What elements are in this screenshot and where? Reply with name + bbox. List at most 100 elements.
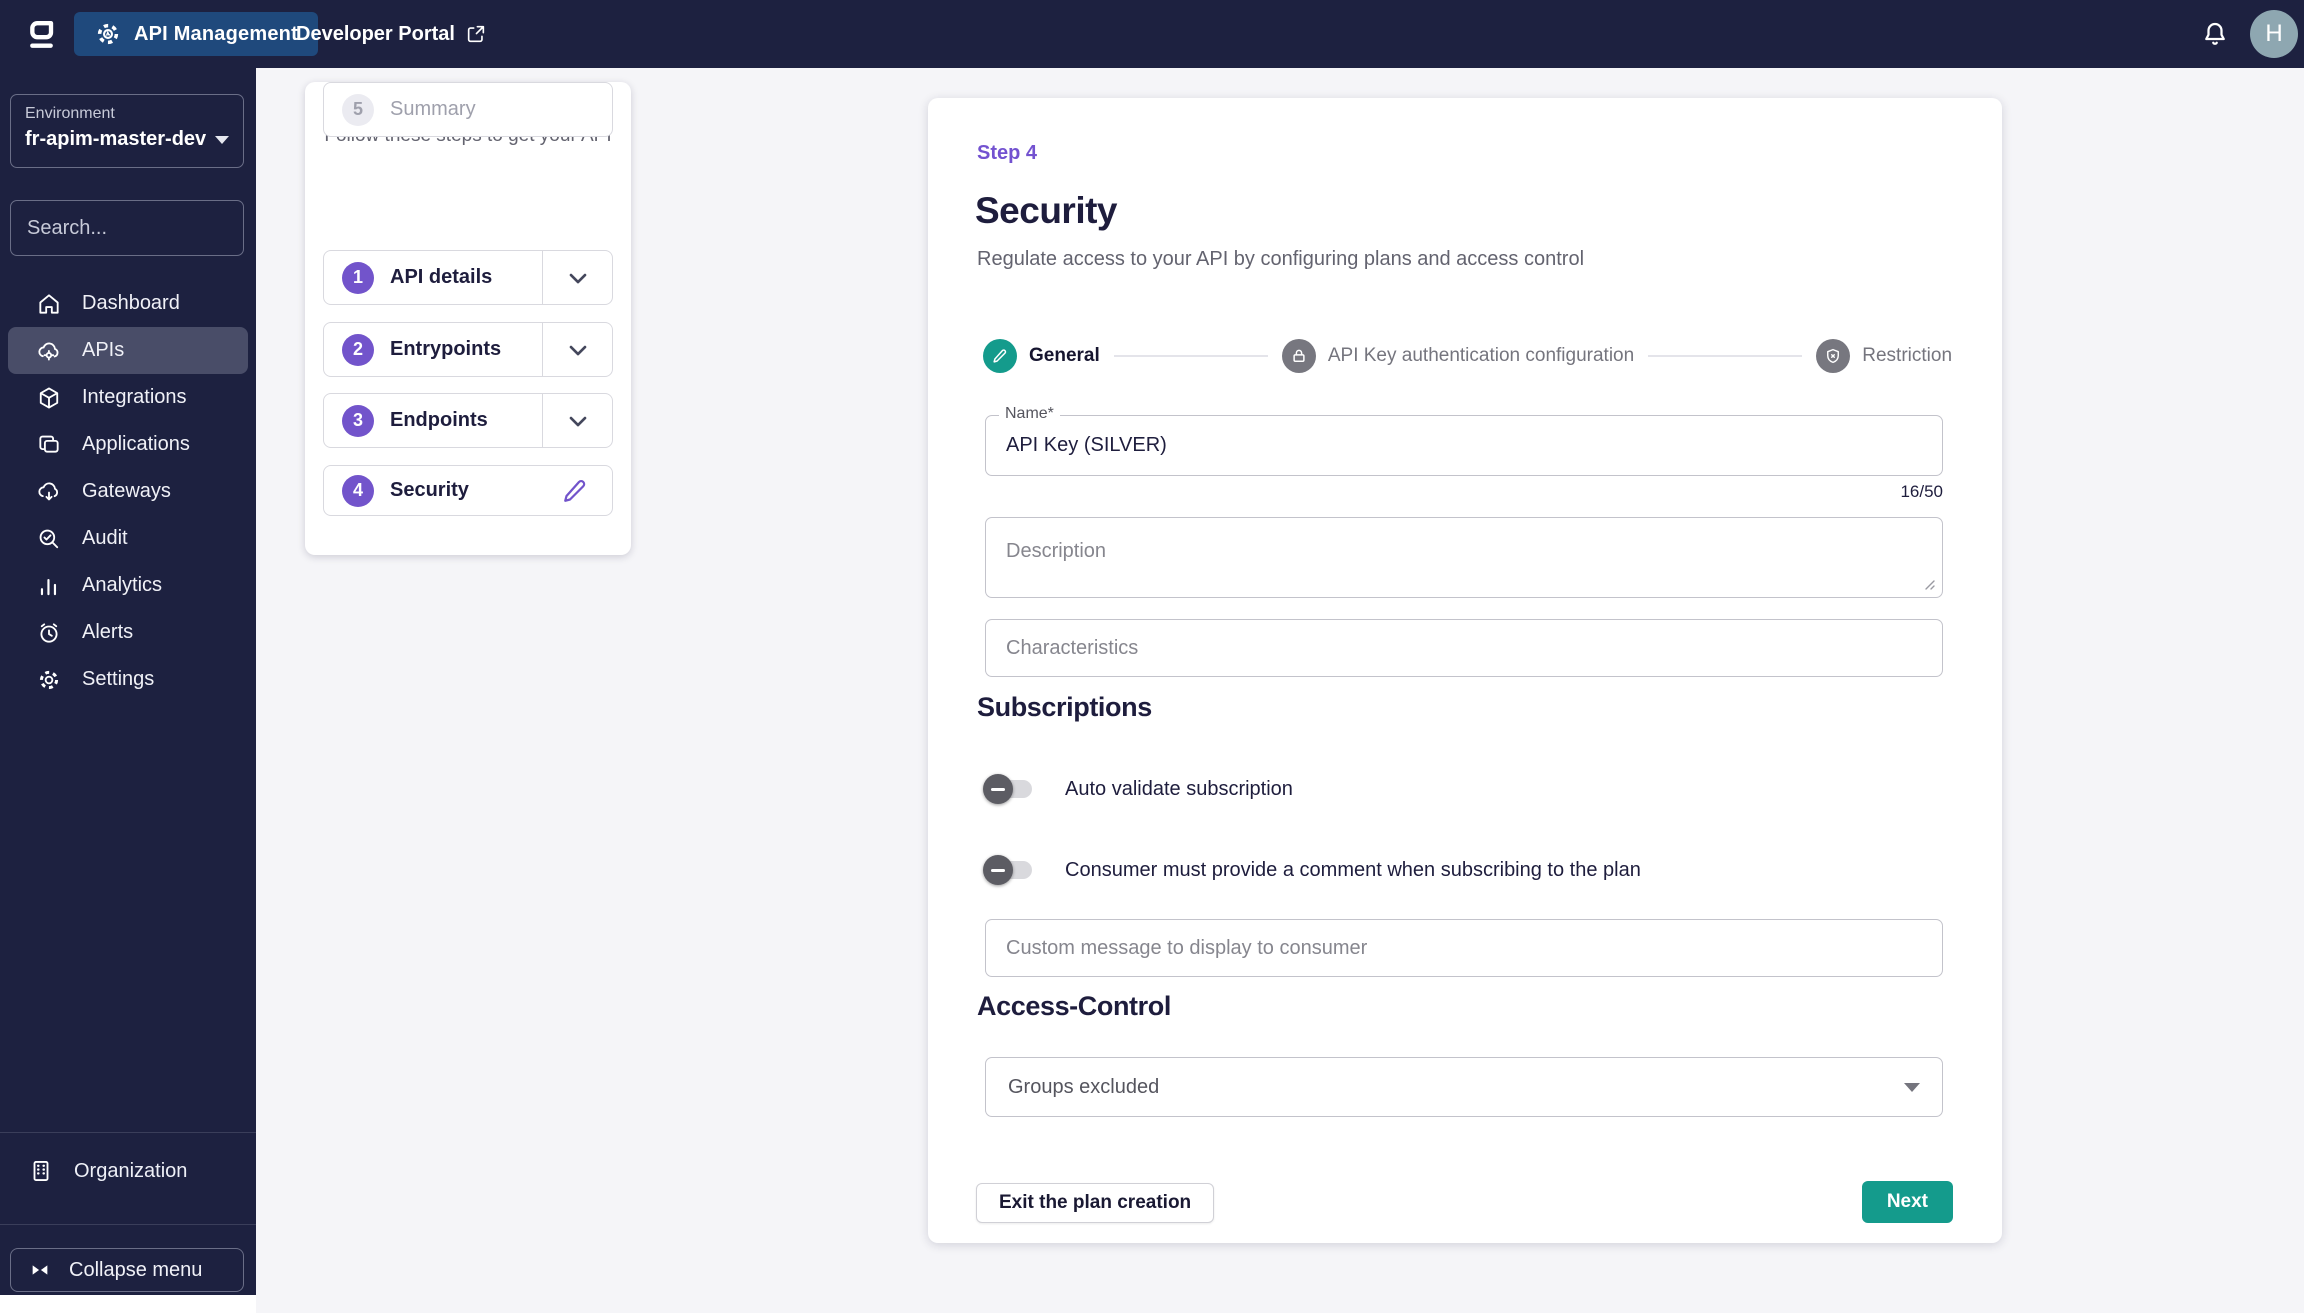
access-control-heading: Access-Control (977, 991, 1171, 1021)
stepper-restriction[interactable]: Restriction (1816, 339, 1952, 373)
chevron-down-icon[interactable] (542, 251, 612, 304)
wizard-step-label: API details (390, 266, 493, 288)
step-number-badge: 5 (342, 93, 374, 126)
stepper-connector (1113, 355, 1268, 357)
sidebar-item-label: Settings (82, 668, 155, 690)
wizard-step-api-details[interactable]: 1 API details (323, 250, 613, 305)
chevron-down-icon[interactable] (542, 394, 612, 447)
toggle-thumb-minus-icon (983, 774, 1013, 804)
gear-icon (36, 667, 62, 693)
bar-chart-icon (36, 573, 62, 599)
dropdown-caret-icon (1904, 1082, 1920, 1092)
chevron-down-icon (215, 135, 229, 144)
step-number-badge: 1 (342, 261, 374, 294)
step-number-badge: 2 (342, 333, 374, 366)
shield-icon (1816, 339, 1851, 373)
cloud-gear-icon (36, 338, 62, 364)
wizard-step-endpoints[interactable]: 3 Endpoints (323, 393, 613, 448)
notifications-bell-icon[interactable] (2200, 19, 2230, 49)
stepper-label: API Key authentication configuration (1327, 345, 1635, 366)
sidebar-item-label: Applications (82, 433, 190, 455)
characteristics-field (985, 619, 1943, 677)
api-creation-panel: API creation Follow these steps to get y… (305, 82, 631, 555)
auto-validate-toggle-row: Auto validate subscription (983, 773, 1293, 805)
comment-required-toggle-row: Consumer must provide a comment when sub… (983, 854, 1641, 886)
sidebar-item-alerts[interactable]: Alerts (8, 609, 248, 656)
sidebar-item-label: Audit (82, 527, 128, 549)
package-icon (36, 385, 62, 411)
home-icon (36, 291, 62, 317)
sidebar-item-analytics[interactable]: Analytics (8, 562, 248, 609)
copies-icon (36, 432, 62, 458)
exit-plan-creation-button[interactable]: Exit the plan creation (976, 1183, 1215, 1223)
sidebar-item-dashboard[interactable]: Dashboard (8, 280, 248, 327)
next-button[interactable]: Next (1861, 1181, 1953, 1223)
sidebar-item-audit[interactable]: Audit (8, 515, 248, 562)
name-input[interactable] (986, 416, 1942, 475)
sidebar-item-label: Dashboard (82, 292, 180, 314)
step-number-badge: 3 (342, 404, 374, 437)
app-root: API Management Developer Portal H Enviro… (0, 0, 2304, 1313)
wizard-step-summary: 5 Summary (323, 82, 613, 137)
step-tag: Step 4 (977, 142, 1038, 164)
wizard-step-label: Entrypoints (390, 338, 502, 360)
avatar-initial: H (2265, 20, 2283, 47)
sidebar-item-label: APIs (82, 339, 125, 361)
magnifier-check-icon (36, 526, 62, 552)
collapse-menu-button[interactable]: Collapse menu (10, 1248, 244, 1292)
sidebar-item-label: Analytics (82, 574, 163, 596)
auto-validate-toggle[interactable] (983, 774, 1032, 804)
gravitee-logo[interactable] (18, 13, 64, 55)
groups-excluded-select[interactable]: Groups excluded (985, 1057, 1943, 1117)
cog-badge-icon (94, 20, 122, 48)
divider (0, 1132, 256, 1133)
custom-message-input[interactable] (986, 920, 1942, 976)
custom-message-field (985, 919, 1943, 977)
sidebar-item-settings[interactable]: Settings (8, 656, 248, 703)
building-icon (28, 1158, 54, 1184)
name-char-counter: 16/50 (1900, 482, 1943, 501)
sidebar: Environment fr-apim-master-dev Dashboard (0, 68, 317, 1295)
developer-portal-link[interactable]: Developer Portal (296, 12, 487, 56)
wizard-step-entrypoints[interactable]: 2 Entrypoints (323, 322, 613, 377)
sidebar-item-organization[interactable]: Organization (8, 1147, 248, 1195)
sidebar-item-gateways[interactable]: Gateways (8, 468, 248, 515)
stepper-general[interactable]: General (983, 339, 1100, 373)
api-management-button[interactable]: API Management (74, 12, 318, 56)
developer-portal-label: Developer Portal (296, 22, 455, 45)
alarm-clock-icon (36, 620, 62, 646)
lock-icon (1281, 339, 1316, 373)
sidebar-item-label: Integrations (82, 386, 187, 408)
toggle-label: Consumer must provide a comment when sub… (1065, 858, 1641, 881)
toggle-label: Auto validate subscription (1065, 777, 1293, 800)
page-subtitle: Regulate access to your API by configuri… (977, 248, 1585, 270)
api-management-label: API Management (134, 22, 298, 45)
wizard-step-security[interactable]: 4 Security (323, 465, 613, 516)
sidebar-item-applications[interactable]: Applications (8, 421, 248, 468)
collapse-arrows-icon (29, 1259, 51, 1281)
sidebar-item-apis[interactable]: APIs (8, 327, 248, 374)
comment-required-toggle[interactable] (983, 855, 1032, 885)
sidebar-search (10, 200, 317, 256)
content-area: API creation Follow these steps to get y… (256, 68, 2304, 1313)
search-input[interactable] (25, 215, 294, 241)
stepper-label: General (1029, 345, 1100, 366)
wizard-step-label: Endpoints (390, 409, 488, 431)
description-textarea[interactable] (986, 518, 1942, 597)
plan-stepper: General API Key authentication configura… (983, 338, 1952, 374)
organization-label: Organization (74, 1159, 188, 1182)
pencil-icon (560, 476, 590, 506)
sidebar-item-label: Gateways (82, 480, 171, 502)
characteristics-input[interactable] (986, 620, 1942, 676)
pencil-icon (983, 339, 1017, 373)
stepper-api-key-config[interactable]: API Key authentication configuration (1281, 339, 1635, 373)
environment-select[interactable]: Environment fr-apim-master-dev (10, 94, 244, 168)
step-number-badge: 4 (342, 474, 374, 507)
security-step-card: Step 4 Security Regulate access to your … (928, 98, 2002, 1243)
chevron-down-icon[interactable] (542, 323, 612, 376)
wizard-step-label: Security (390, 479, 469, 501)
user-avatar[interactable]: H (2250, 10, 2298, 58)
environment-value: fr-apim-master-dev (25, 128, 207, 150)
name-field-label: Name* (999, 405, 1060, 423)
sidebar-item-integrations[interactable]: Integrations (8, 374, 248, 421)
